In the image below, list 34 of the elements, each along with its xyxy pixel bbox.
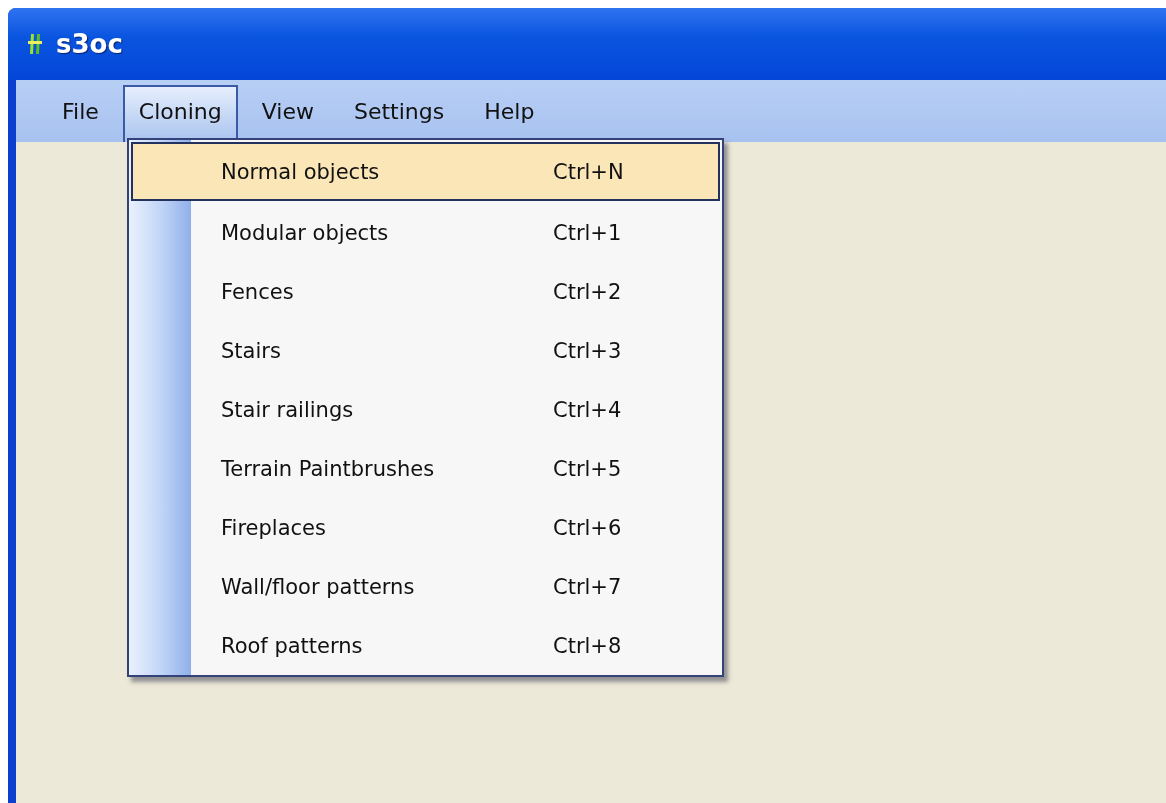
item-label: Roof patterns bbox=[221, 633, 364, 658]
dropdown-item[interactable]: Roof patterns Ctrl+8 bbox=[129, 616, 722, 675]
menu-item[interactable]: Help bbox=[468, 85, 551, 142]
shortcut-label: Ctrl+1 bbox=[553, 220, 622, 245]
item-label: Normal objects bbox=[221, 159, 381, 184]
shortcut-label: Ctrl+7 bbox=[553, 574, 622, 599]
menu-item[interactable]: Cloning bbox=[122, 85, 238, 142]
dropdown-item[interactable]: Stair railings Ctrl+4 bbox=[129, 380, 722, 439]
item-label: Fireplaces bbox=[221, 515, 327, 540]
dropdown-item[interactable]: Normal objects Ctrl+N bbox=[131, 142, 720, 201]
item-label: Terrain Paintbrushes bbox=[221, 456, 436, 481]
menu-item[interactable]: Settings bbox=[337, 85, 461, 142]
shortcut-label: Ctrl+N bbox=[553, 159, 624, 184]
shortcut-label: Ctrl+6 bbox=[553, 515, 622, 540]
dropdown-item[interactable]: Stairs Ctrl+3 bbox=[129, 321, 722, 380]
menu-item[interactable]: File bbox=[46, 85, 115, 142]
item-label: Wall/floor patterns bbox=[221, 574, 416, 599]
dropdown-item[interactable]: Fireplaces Ctrl+6 bbox=[129, 498, 722, 557]
menu-item[interactable]: View bbox=[245, 85, 330, 142]
shortcut-label: Ctrl+3 bbox=[553, 338, 622, 363]
shortcut-label: Ctrl+4 bbox=[553, 397, 622, 422]
shortcut-label: Ctrl+5 bbox=[553, 456, 622, 481]
item-label: Stair railings bbox=[221, 397, 355, 422]
item-label: Stairs bbox=[221, 338, 282, 363]
dropdown-item[interactable]: Terrain Paintbrushes Ctrl+5 bbox=[129, 439, 722, 498]
dropdown-item[interactable]: Wall/floor patterns Ctrl+7 bbox=[129, 557, 722, 616]
shortcut-label: Ctrl+8 bbox=[553, 633, 622, 658]
dropdown-item[interactable]: Fences Ctrl+2 bbox=[129, 262, 722, 321]
window-title: s3oc bbox=[56, 29, 123, 59]
dropdown-item[interactable]: Modular objects Ctrl+1 bbox=[129, 203, 722, 262]
app-logo-icon bbox=[28, 32, 42, 56]
item-label: Fences bbox=[221, 279, 295, 304]
item-label: Modular objects bbox=[221, 220, 390, 245]
shortcut-label: Ctrl+2 bbox=[553, 279, 622, 304]
